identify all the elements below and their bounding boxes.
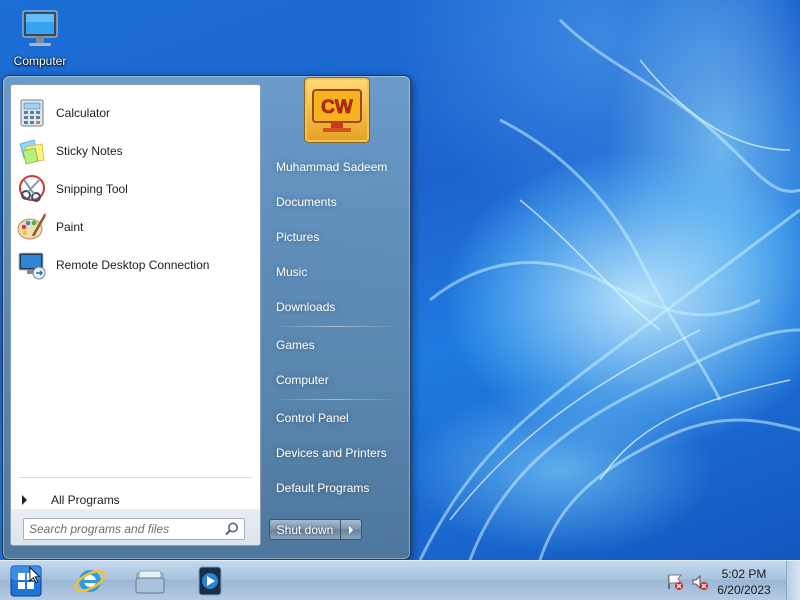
taskbar-windows-explorer[interactable] xyxy=(132,564,168,598)
start-button[interactable] xyxy=(8,564,44,598)
program-label: Paint xyxy=(56,220,84,234)
start-menu-programs-pane: Calculator Sticky Notes Snipping Tool Pa… xyxy=(10,84,261,545)
program-paint[interactable]: Paint xyxy=(13,209,258,245)
windows-explorer-icon xyxy=(135,570,165,594)
search-box[interactable] xyxy=(23,518,245,540)
link-pictures[interactable]: Pictures xyxy=(276,222,404,252)
program-label: Sticky Notes xyxy=(56,144,123,158)
desktop-icon-computer[interactable]: Computer xyxy=(8,6,72,74)
user-picture-text: CW xyxy=(321,97,353,118)
user-account-picture[interactable]: CW xyxy=(305,78,369,142)
windows-logo-icon xyxy=(10,565,42,597)
program-label: Remote Desktop Connection xyxy=(56,258,210,272)
internet-explorer-icon xyxy=(74,570,106,592)
search-input[interactable] xyxy=(24,519,224,539)
expand-arrow-icon xyxy=(22,495,27,505)
start-menu: Calculator Sticky Notes Snipping Tool Pa… xyxy=(2,75,411,560)
link-downloads[interactable]: Downloads xyxy=(276,292,404,322)
search-area xyxy=(10,509,261,546)
link-label: Pictures xyxy=(276,230,320,244)
link-label: Computer xyxy=(276,373,329,387)
program-calculator[interactable]: Calculator xyxy=(13,95,258,131)
calculator-icon xyxy=(20,99,44,127)
program-snipping-tool[interactable]: Snipping Tool xyxy=(13,171,258,207)
programs-separator xyxy=(19,477,252,478)
user-picture-image: CW xyxy=(312,89,362,132)
link-label: Default Programs xyxy=(276,481,370,495)
taskbar-internet-explorer[interactable] xyxy=(72,564,108,598)
all-programs-label: All Programs xyxy=(51,493,120,507)
tray-action-center[interactable] xyxy=(666,573,684,591)
action-center-icon xyxy=(668,574,683,590)
link-label: Muhammad Sadeem xyxy=(276,160,388,174)
link-devices-and-printers[interactable]: Devices and Printers xyxy=(276,438,404,468)
link-control-panel[interactable]: Control Panel xyxy=(276,403,404,433)
sticky-notes-icon xyxy=(19,139,45,165)
volume-muted-icon xyxy=(692,574,708,590)
program-label: Snipping Tool xyxy=(56,182,128,196)
paint-icon xyxy=(17,213,47,240)
media-player-icon xyxy=(198,566,222,596)
computer-icon xyxy=(22,10,58,46)
link-label: Devices and Printers xyxy=(276,446,387,460)
taskbar: 5:02 PM 6/20/2023 xyxy=(0,560,800,600)
link-label: Documents xyxy=(276,195,337,209)
program-sticky-notes[interactable]: Sticky Notes xyxy=(13,133,258,169)
shutdown-options-button[interactable] xyxy=(341,519,362,540)
link-label: Music xyxy=(276,265,308,279)
link-games[interactable]: Games xyxy=(276,330,404,360)
link-label: Control Panel xyxy=(276,411,349,425)
shutdown-button[interactable]: Shut down xyxy=(269,519,341,540)
snipping-tool-icon xyxy=(19,175,45,202)
link-computer[interactable]: Computer xyxy=(276,365,404,395)
taskbar-clock[interactable]: 5:02 PM 6/20/2023 xyxy=(712,566,776,598)
link-label: Downloads xyxy=(276,300,336,314)
link-default-programs[interactable]: Default Programs xyxy=(276,473,404,503)
tray-volume[interactable] xyxy=(691,573,709,591)
shutdown-group: Shut down xyxy=(269,519,362,540)
link-music[interactable]: Music xyxy=(276,257,404,287)
link-label: Games xyxy=(276,338,315,352)
search-icon[interactable] xyxy=(224,521,240,537)
remote-desktop-icon xyxy=(18,252,46,280)
program-remote-desktop[interactable]: Remote Desktop Connection xyxy=(13,247,258,283)
link-documents[interactable]: Documents xyxy=(276,187,404,217)
taskbar-media-player[interactable] xyxy=(192,564,228,598)
desktop-icon-label: Computer xyxy=(13,54,67,68)
right-separator xyxy=(271,326,399,327)
chevron-right-icon xyxy=(349,525,353,534)
show-desktop-button[interactable] xyxy=(786,561,800,600)
clock-time: 5:02 PM xyxy=(721,567,767,581)
clock-date: 6/20/2023 xyxy=(717,583,771,597)
right-separator xyxy=(271,399,399,400)
link-user-folder[interactable]: Muhammad Sadeem xyxy=(276,152,404,182)
program-label: Calculator xyxy=(56,106,111,120)
